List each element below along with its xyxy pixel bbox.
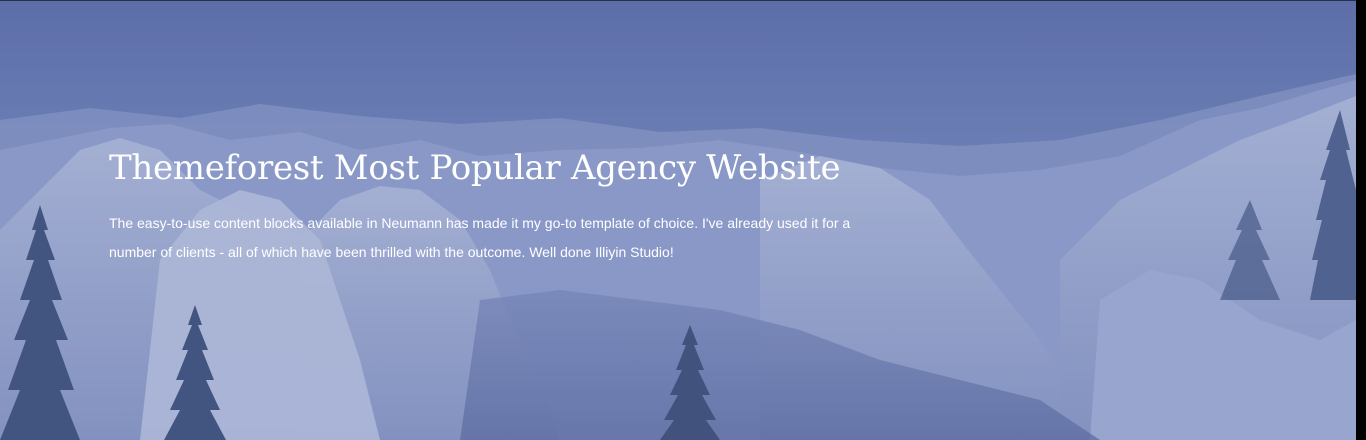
page-right-edge	[1356, 0, 1366, 440]
hero-text: The easy-to-use content blocks available…	[109, 215, 851, 260]
hero-section: Themeforest Most Popular Agency Website …	[0, 0, 1356, 440]
hero-content: Themeforest Most Popular Agency Website …	[109, 146, 869, 267]
hero-title: Themeforest Most Popular Agency Website	[109, 148, 841, 188]
top-border	[0, 0, 1356, 1]
